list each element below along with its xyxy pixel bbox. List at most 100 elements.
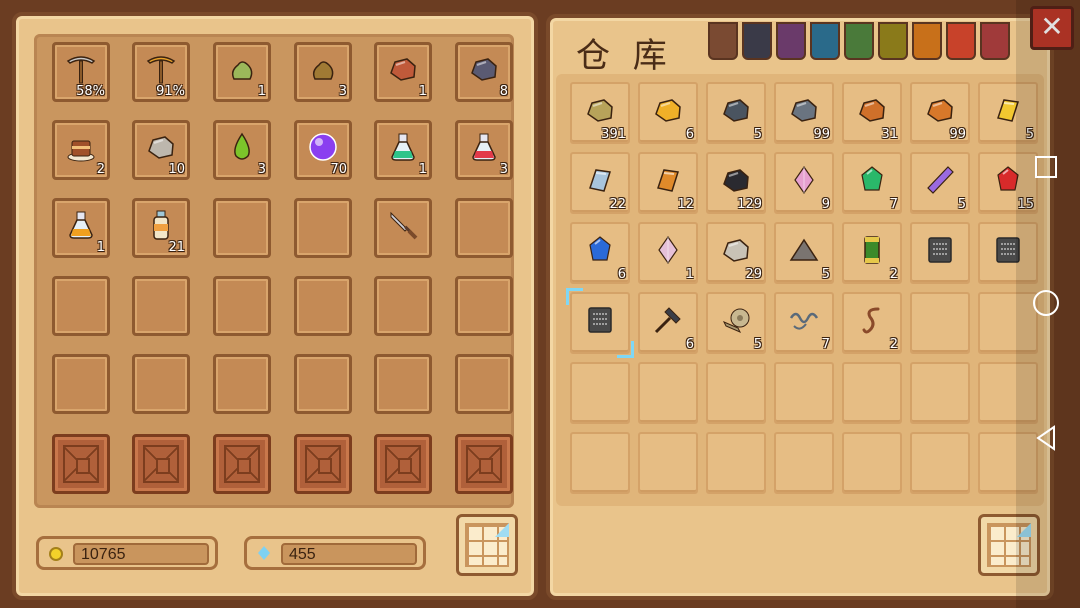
storage-slot[interactable]: 5 — [706, 292, 766, 354]
item-quantity: 2 — [889, 337, 898, 352]
storage-slot[interactable]: 31 — [842, 82, 902, 144]
item-quantity: 6 — [685, 337, 694, 352]
inventory-slot[interactable]: 58% — [52, 42, 110, 102]
storage-slot-selected[interactable] — [566, 288, 634, 358]
stone-icon — [145, 131, 177, 163]
item-quantity: 7 — [821, 337, 830, 352]
inventory-sort-button[interactable] — [456, 514, 518, 576]
storage-slot[interactable]: 2 — [842, 222, 902, 284]
storage-slot[interactable]: 5 — [774, 222, 834, 284]
storage-tab[interactable] — [878, 22, 908, 60]
storage-slot[interactable]: 99 — [910, 82, 970, 144]
inventory-slot[interactable]: 2 — [52, 120, 110, 180]
inventory-slot[interactable] — [455, 354, 513, 414]
storage-slot[interactable] — [706, 362, 766, 424]
storage-slot[interactable]: 5 — [910, 152, 970, 214]
inventory-slot[interactable] — [455, 276, 513, 336]
inventory-slot[interactable] — [132, 276, 190, 336]
storage-slot[interactable]: 6 — [638, 292, 698, 354]
copper-ore-2-icon — [924, 94, 956, 126]
storage-slot[interactable]: 22 — [570, 152, 630, 214]
locked-slot[interactable] — [213, 434, 271, 494]
storage-slot[interactable]: 6 — [570, 222, 630, 284]
storage-tab[interactable] — [776, 22, 806, 60]
storage-slot[interactable] — [910, 432, 970, 494]
storage-slot[interactable] — [842, 432, 902, 494]
item-quantity: 12 — [677, 197, 694, 212]
gold-pickaxe-icon — [145, 53, 177, 85]
locked-slot[interactable] — [52, 434, 110, 494]
storage-slot[interactable] — [570, 432, 630, 494]
storage-slot[interactable] — [910, 292, 970, 354]
inventory-slot[interactable] — [455, 198, 513, 258]
inventory-slot[interactable] — [52, 276, 110, 336]
storage-slot[interactable]: 2 — [842, 292, 902, 354]
inventory-slot[interactable] — [213, 354, 271, 414]
storage-slot[interactable]: 99 — [774, 82, 834, 144]
locked-slot[interactable] — [132, 434, 190, 494]
battery-icon — [856, 234, 888, 266]
storage-slot[interactable]: 7 — [842, 152, 902, 214]
recents-icon[interactable] — [1035, 156, 1057, 178]
inventory-slot[interactable]: 8 — [455, 42, 513, 102]
storage-slot[interactable] — [638, 362, 698, 424]
storage-slot[interactable] — [774, 362, 834, 424]
storage-tab[interactable] — [708, 22, 738, 60]
storage-tab[interactable] — [810, 22, 840, 60]
inventory-slot[interactable] — [294, 276, 352, 336]
inventory-slot[interactable] — [52, 354, 110, 414]
storage-slot[interactable]: 9 — [774, 152, 834, 214]
storage-slot[interactable]: 391 — [570, 82, 630, 144]
storage-tab[interactable] — [980, 22, 1010, 60]
storage-slot[interactable]: 29 — [706, 222, 766, 284]
storage-slot[interactable]: 6 — [638, 82, 698, 144]
locked-slot[interactable] — [374, 434, 432, 494]
inventory-slot[interactable]: 1 — [213, 42, 271, 102]
inventory-slot[interactable] — [374, 276, 432, 336]
storage-slot[interactable] — [706, 432, 766, 494]
item-quantity: 7 — [889, 197, 898, 212]
locked-slot[interactable] — [294, 434, 352, 494]
storage-tab[interactable] — [946, 22, 976, 60]
storage-slot[interactable]: 5 — [706, 82, 766, 144]
inventory-slot[interactable]: 21 — [132, 198, 190, 258]
storage-slot[interactable] — [910, 222, 970, 284]
storage-slot[interactable] — [570, 362, 630, 424]
item-quantity: 391 — [601, 127, 626, 142]
home-icon[interactable] — [1033, 290, 1059, 316]
orange-potion-icon — [65, 209, 97, 241]
storage-slot[interactable] — [774, 432, 834, 494]
storage-tab[interactable] — [742, 22, 772, 60]
inventory-slot[interactable] — [294, 198, 352, 258]
inventory-slot[interactable] — [132, 354, 190, 414]
emerald-icon — [856, 164, 888, 196]
inventory-slot[interactable] — [213, 198, 271, 258]
inventory-slot[interactable] — [374, 354, 432, 414]
inventory-slot[interactable]: 1 — [374, 42, 432, 102]
item-quantity: 5 — [821, 267, 830, 282]
storage-tab[interactable] — [844, 22, 874, 60]
storage-slot[interactable]: 7 — [774, 292, 834, 354]
inventory-slot[interactable]: 91% — [132, 42, 190, 102]
inventory-slot[interactable] — [213, 276, 271, 336]
storage-slot[interactable] — [910, 362, 970, 424]
inventory-slot[interactable]: 1 — [374, 120, 432, 180]
storage-slot[interactable]: 1 — [638, 222, 698, 284]
inventory-slot[interactable]: 3 — [455, 120, 513, 180]
inventory-slot[interactable] — [374, 198, 432, 258]
item-quantity: 9 — [821, 197, 830, 212]
storage-slot[interactable]: 12 — [638, 152, 698, 214]
storage-slot[interactable] — [638, 432, 698, 494]
locked-slot[interactable] — [455, 434, 513, 494]
inventory-slot[interactable]: 10 — [132, 120, 190, 180]
storage-slot[interactable] — [842, 362, 902, 424]
inventory-slot[interactable] — [294, 354, 352, 414]
storage-slot[interactable]: 129 — [706, 152, 766, 214]
back-icon[interactable] — [1032, 424, 1060, 452]
inventory-slot[interactable]: 1 — [52, 198, 110, 258]
storage-tab[interactable] — [912, 22, 942, 60]
stone-icon — [720, 234, 752, 266]
inventory-slot[interactable]: 3 — [213, 120, 271, 180]
inventory-slot[interactable]: 3 — [294, 42, 352, 102]
inventory-slot[interactable]: 70 — [294, 120, 352, 180]
